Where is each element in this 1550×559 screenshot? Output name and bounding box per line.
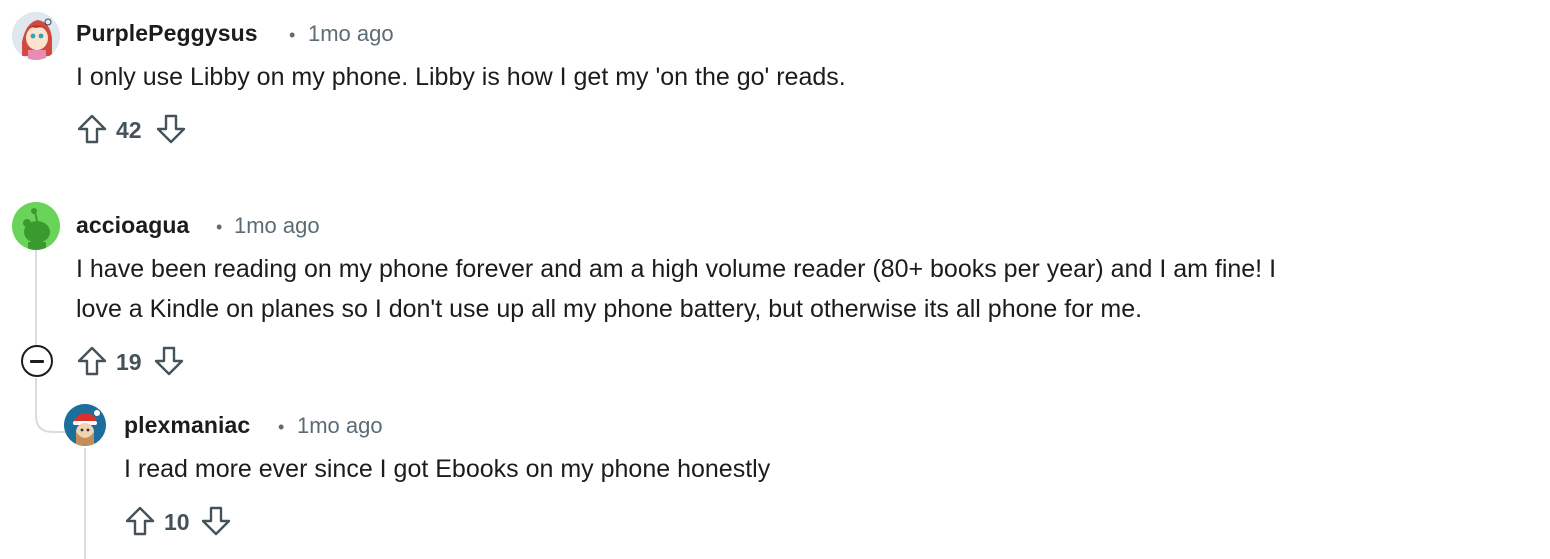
thread-line[interactable] (84, 448, 86, 559)
avatar[interactable] (64, 404, 106, 446)
comment-timestamp[interactable]: 1mo ago (234, 213, 320, 239)
anime-avatar-icon (12, 12, 60, 60)
downvote-icon[interactable] (199, 504, 233, 538)
vote-count: 42 (116, 117, 142, 143)
avatar[interactable] (12, 12, 60, 60)
comment-timestamp[interactable]: 1mo ago (297, 413, 383, 439)
comment-username[interactable]: accioagua (76, 212, 189, 239)
upvote-icon[interactable] (75, 344, 109, 378)
thread-line[interactable] (35, 378, 37, 412)
comment-body: love a Kindle on planes so I don't use u… (76, 295, 1143, 323)
upvote-icon[interactable] (75, 112, 109, 146)
upvote-icon[interactable] (123, 504, 157, 538)
comment-username[interactable]: plexmaniac (124, 412, 250, 439)
meta-separator: • (216, 217, 223, 237)
vote-count: 19 (116, 349, 142, 375)
meta-separator: • (289, 25, 296, 45)
santa-avatar-icon (64, 404, 106, 446)
downvote-icon[interactable] (152, 344, 186, 378)
avatar[interactable] (12, 202, 60, 250)
meta-separator: • (278, 417, 285, 437)
comment-username[interactable]: PurplePeggysus (76, 20, 258, 47)
comment-body: I only use Libby on my phone. Libby is h… (76, 63, 846, 91)
comment-body: I read more ever since I got Ebooks on m… (124, 455, 771, 483)
snoo-avatar-icon (12, 202, 60, 250)
collapse-thread-button[interactable] (21, 345, 53, 377)
comment-timestamp[interactable]: 1mo ago (308, 21, 394, 47)
downvote-icon[interactable] (154, 112, 188, 146)
thread-line[interactable] (35, 250, 37, 346)
comment-body: I have been reading on my phone forever … (76, 255, 1277, 283)
vote-count: 10 (164, 509, 190, 535)
